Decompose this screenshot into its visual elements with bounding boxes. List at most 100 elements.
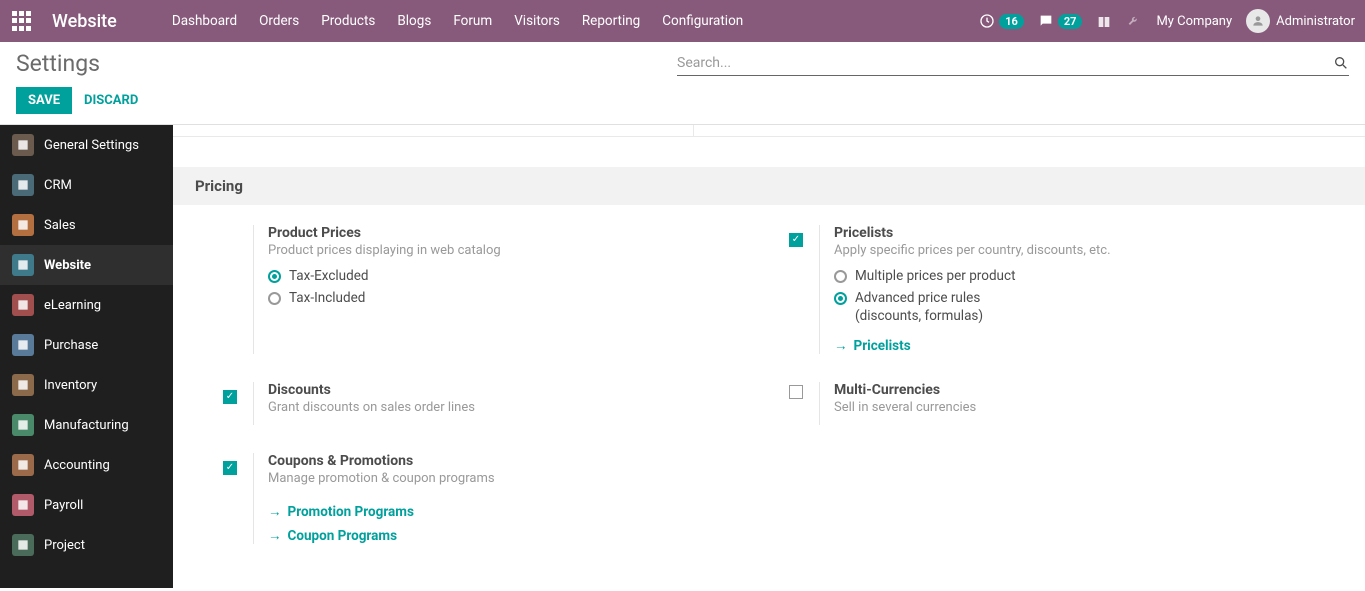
clock-count: 16 xyxy=(999,14,1024,29)
sidebar-item-label: General Settings xyxy=(44,138,139,153)
nav-configuration[interactable]: Configuration xyxy=(662,13,743,29)
body: General Settings CRM Sales Website eLearning… xyxy=(0,125,1365,588)
radio-tax-included-label: Tax-Included xyxy=(289,290,365,306)
sidebar-item-elearning[interactable]: eLearning xyxy=(0,285,173,325)
divider xyxy=(173,125,1365,137)
user-name: Administrator xyxy=(1276,14,1355,29)
sidebar-icon xyxy=(12,134,34,156)
top-navbar: Website Dashboard Orders Products Blogs … xyxy=(0,0,1365,42)
nav-right: 16 27 My Company Administrator xyxy=(979,9,1355,33)
settings-sidebar[interactable]: General Settings CRM Sales Website eLearning… xyxy=(0,125,173,588)
link-coupon-programs[interactable]: → Coupon Programs xyxy=(268,528,397,544)
discard-button[interactable]: DISCARD xyxy=(84,93,138,108)
sidebar-item-label: Accounting xyxy=(44,458,110,473)
page-title: Settings xyxy=(16,50,100,77)
chat-icon xyxy=(1038,13,1054,29)
nav-visitors[interactable]: Visitors xyxy=(514,13,560,29)
control-panel: Settings SAVE DISCARD xyxy=(0,42,1365,125)
discounts-desc: Grant discounts on sales order lines xyxy=(268,400,749,415)
section-pricing-body: Product Prices Product prices displaying… xyxy=(173,205,1365,564)
sidebar-item-manufacturing[interactable]: Manufacturing xyxy=(0,405,173,445)
nav-dashboard[interactable]: Dashboard xyxy=(172,13,237,29)
sidebar-icon xyxy=(12,414,34,436)
clock-icon xyxy=(979,13,995,29)
checkbox-multicurrencies[interactable] xyxy=(789,385,803,399)
arrow-icon: → xyxy=(268,504,282,520)
sidebar-item-project[interactable]: Project xyxy=(0,525,173,565)
user-menu[interactable]: Administrator xyxy=(1246,9,1355,33)
sidebar-icon xyxy=(12,334,34,356)
coupons-desc: Manage promotion & coupon programs xyxy=(268,471,749,486)
sidebar-item-label: Purchase xyxy=(44,338,98,353)
link-promotion-programs[interactable]: → Promotion Programs xyxy=(268,504,414,520)
apps-icon[interactable] xyxy=(10,9,34,33)
nav-forum[interactable]: Forum xyxy=(453,13,492,29)
pricelists-desc: Apply specific prices per country, disco… xyxy=(834,243,1315,258)
sidebar-item-label: Inventory xyxy=(44,378,97,393)
sidebar-icon xyxy=(12,294,34,316)
arrow-icon: → xyxy=(268,528,282,544)
radio-tax-excluded-label: Tax-Excluded xyxy=(289,268,369,284)
radio-multi-prices[interactable] xyxy=(834,270,847,283)
settings-main[interactable]: Pricing Product Prices Product prices di… xyxy=(173,125,1365,588)
checkbox-discounts[interactable] xyxy=(223,390,237,404)
sidebar-item-payroll[interactable]: Payroll xyxy=(0,485,173,525)
nav-orders[interactable]: Orders xyxy=(259,13,299,29)
sidebar-item-label: Sales xyxy=(44,218,76,233)
sidebar-item-label: Manufacturing xyxy=(44,418,129,433)
coupons-title: Coupons & Promotions xyxy=(268,453,749,469)
advanced-rules-sub: (discounts, formulas) xyxy=(855,308,1315,324)
avatar-icon xyxy=(1246,9,1270,33)
sidebar-item-accounting[interactable]: Accounting xyxy=(0,445,173,485)
search-icon[interactable] xyxy=(1333,55,1349,71)
nav-menu: Dashboard Orders Products Blogs Forum Vi… xyxy=(172,13,743,29)
sidebar-icon xyxy=(12,374,34,396)
multicur-title: Multi-Currencies xyxy=(834,382,1315,398)
checkbox-coupons[interactable] xyxy=(223,461,237,475)
arrow-icon: → xyxy=(834,338,848,354)
sidebar-item-label: Website xyxy=(44,258,91,273)
wrench-icon[interactable] xyxy=(1126,13,1142,29)
sidebar-icon xyxy=(12,214,34,236)
sidebar-item-sales[interactable]: Sales xyxy=(0,205,173,245)
setting-multi-currencies: Multi-Currencies Sell in several currenc… xyxy=(789,382,1315,425)
search-input[interactable] xyxy=(677,55,1333,71)
radio-advanced-rules-label: Advanced price rules xyxy=(855,290,980,306)
company-name[interactable]: My Company xyxy=(1156,14,1232,29)
nav-blogs[interactable]: Blogs xyxy=(397,13,431,29)
sidebar-icon xyxy=(12,174,34,196)
sidebar-item-label: eLearning xyxy=(44,298,101,313)
discounts-title: Discounts xyxy=(268,382,749,398)
radio-advanced-rules[interactable] xyxy=(834,292,847,305)
nav-products[interactable]: Products xyxy=(321,13,375,29)
sidebar-icon xyxy=(12,494,34,516)
sidebar-item-website[interactable]: Website xyxy=(0,245,173,285)
sidebar-item-label: CRM xyxy=(44,178,72,193)
setting-pricelists: Pricelists Apply specific prices per cou… xyxy=(789,225,1315,354)
multicur-desc: Sell in several currencies xyxy=(834,400,1315,415)
section-pricing-header: Pricing xyxy=(173,167,1365,205)
setting-product-prices: Product Prices Product prices displaying… xyxy=(223,225,749,354)
sidebar-icon xyxy=(12,454,34,476)
sidebar-item-purchase[interactable]: Purchase xyxy=(0,325,173,365)
product-prices-title: Product Prices xyxy=(268,225,749,241)
radio-tax-included[interactable] xyxy=(268,292,281,305)
radio-tax-excluded[interactable] xyxy=(268,270,281,283)
sidebar-item-label: Payroll xyxy=(44,498,83,513)
nav-reporting[interactable]: Reporting xyxy=(582,13,640,29)
product-prices-desc: Product prices displaying in web catalog xyxy=(268,243,749,258)
brand-title[interactable]: Website xyxy=(52,11,117,32)
setting-coupons: Coupons & Promotions Manage promotion & … xyxy=(223,453,749,544)
save-button[interactable]: SAVE xyxy=(16,87,72,114)
gift-icon[interactable] xyxy=(1096,13,1112,29)
sidebar-item-general-settings[interactable]: General Settings xyxy=(0,125,173,165)
link-pricelists[interactable]: → Pricelists xyxy=(834,338,911,354)
clock-badge[interactable]: 16 xyxy=(979,13,1024,29)
chat-count: 27 xyxy=(1058,14,1083,29)
radio-multi-prices-label: Multiple prices per product xyxy=(855,268,1015,284)
sidebar-item-crm[interactable]: CRM xyxy=(0,165,173,205)
chat-badge[interactable]: 27 xyxy=(1038,13,1083,29)
sidebar-item-inventory[interactable]: Inventory xyxy=(0,365,173,405)
sidebar-icon xyxy=(12,254,34,276)
checkbox-pricelists[interactable] xyxy=(789,233,803,247)
